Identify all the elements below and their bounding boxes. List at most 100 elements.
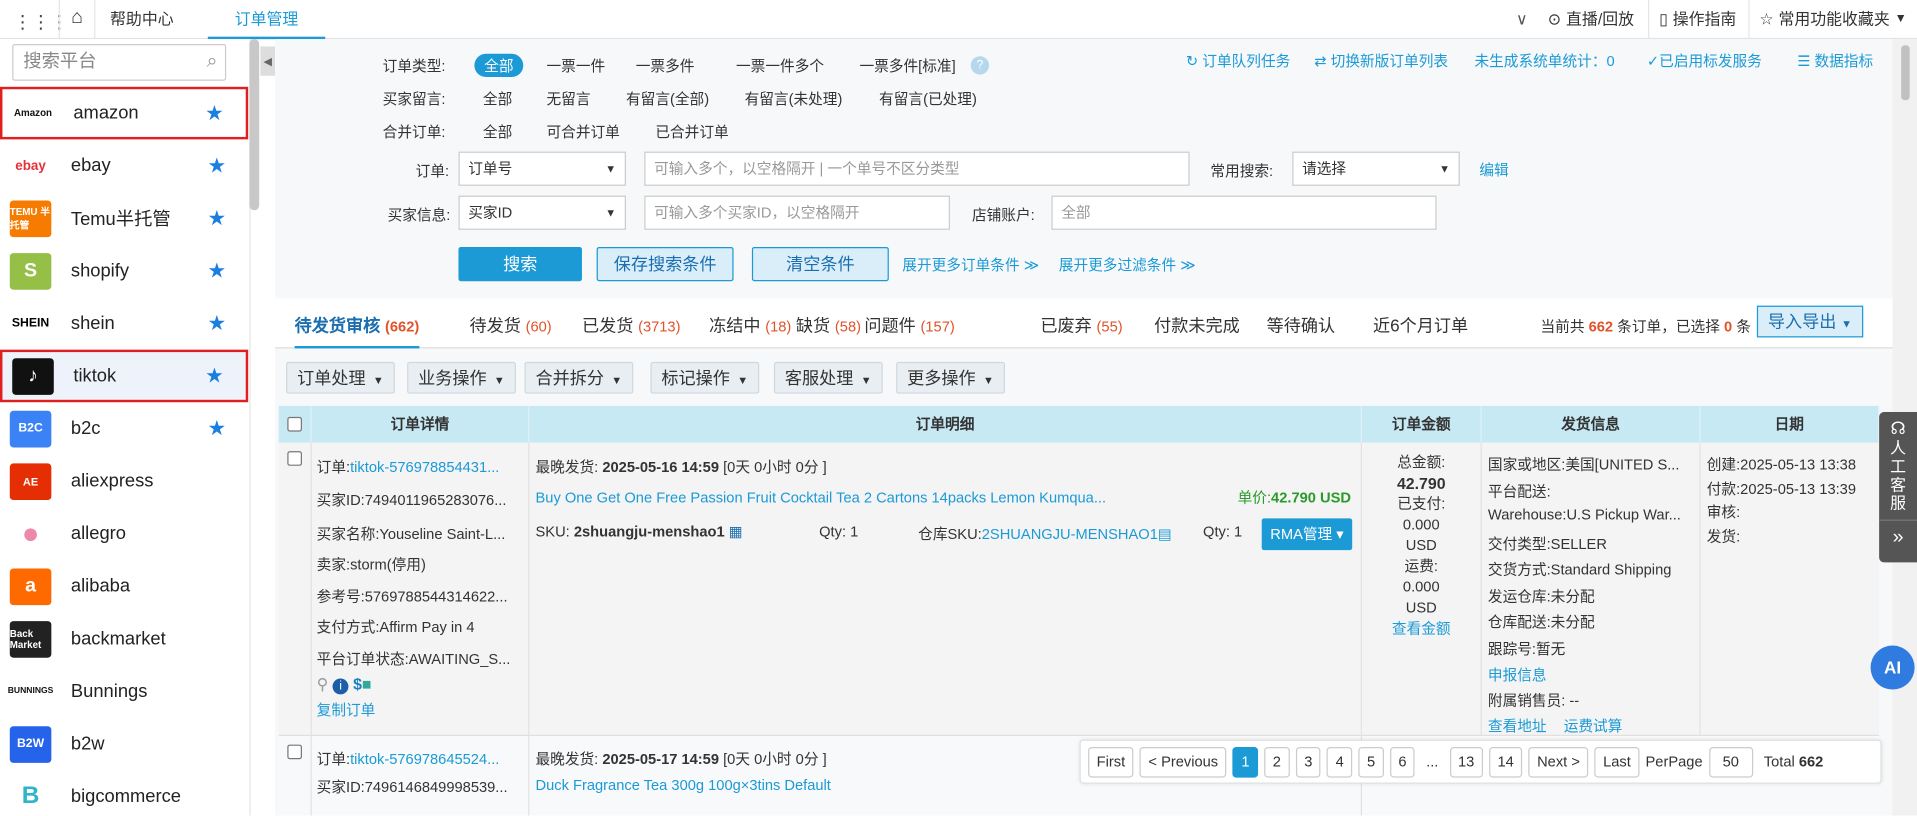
- page-button[interactable]: 3: [1295, 746, 1321, 777]
- basket-icon[interactable]: ■: [362, 675, 372, 693]
- sidebar-item-b2w[interactable]: B2W b2w: [0, 718, 248, 771]
- next-page-button[interactable]: Next >: [1528, 746, 1589, 777]
- sidebar-item-shein[interactable]: SHEIN shein ★: [0, 297, 248, 350]
- warehouse-sku-link[interactable]: 2SHUANGJU-MENSHAO1: [982, 526, 1158, 543]
- save-search-button[interactable]: 保存搜索条件: [596, 246, 734, 282]
- action-dropdown[interactable]: 合并拆分 ▼: [524, 361, 634, 394]
- customer-service-widget[interactable]: ☊ 人工客服 »: [1879, 412, 1917, 563]
- order-type-multi-item[interactable]: 一票多件: [636, 55, 695, 76]
- help-icon[interactable]: ?: [970, 56, 990, 75]
- sidebar-item-tiktok[interactable]: ♪ tiktok ★: [0, 349, 249, 403]
- chevron-down-icon[interactable]: ∨: [1516, 10, 1528, 30]
- sidebar-item-bigcommerce[interactable]: Bbigcommerce: [0, 770, 248, 815]
- edit-link[interactable]: 编辑: [1479, 159, 1508, 180]
- action-dropdown[interactable]: 更多操作 ▼: [896, 361, 1005, 394]
- switch-list-link[interactable]: ⇄ 切换新版订单列表: [1314, 50, 1448, 71]
- unsync-stats-link[interactable]: 未生成系统单统计：0: [1474, 50, 1614, 71]
- declare-info-link[interactable]: 申报信息: [1488, 664, 1547, 685]
- store-account-select[interactable]: 全部: [1051, 195, 1437, 230]
- star-icon[interactable]: ★: [208, 259, 227, 283]
- order-field-select[interactable]: 订单号 ▼: [458, 151, 626, 186]
- sidebar-scrollbar[interactable]: [249, 39, 260, 211]
- buyer-msg-none[interactable]: 无留言: [547, 88, 591, 109]
- order-id-link[interactable]: tiktok-576978854431...: [350, 458, 499, 475]
- expand-filter-conditions-link[interactable]: 展开更多过滤条件 ≫: [1059, 254, 1196, 275]
- ai-assistant-button[interactable]: AI: [1870, 645, 1915, 690]
- select-all-checkbox[interactable]: [287, 416, 302, 432]
- clear-conditions-button[interactable]: 清空条件: [751, 246, 889, 282]
- merge-mergeable[interactable]: 可合并订单: [547, 121, 620, 142]
- common-search-select[interactable]: 请选择 ▼: [1292, 151, 1460, 186]
- tab-order-status[interactable]: 已发货 (3713): [582, 298, 681, 348]
- view-amount-link[interactable]: 查看金额: [1362, 619, 1481, 640]
- buyer-msg-unhandled[interactable]: 有留言(未处理): [745, 88, 843, 109]
- metrics-link[interactable]: ☰ 数据指标: [1797, 50, 1873, 71]
- tab-order-status[interactable]: 已废弃 (55): [1040, 298, 1122, 348]
- buyer-msg-all[interactable]: 全部: [483, 88, 512, 109]
- tab-order-status[interactable]: 等待确认: [1267, 298, 1335, 348]
- sidebar-item-amazon[interactable]: Amazon amazon ★: [0, 86, 249, 140]
- sidebar-item-b2c[interactable]: B2C b2c ★: [0, 402, 248, 455]
- tab-order-status[interactable]: 待发货 (60): [469, 298, 551, 348]
- star-icon[interactable]: ★: [208, 416, 227, 440]
- guide-button[interactable]: ▯ 操作指南: [1648, 0, 1746, 40]
- sidebar-item-bunnings[interactable]: BUNNINGS Bunnings: [0, 665, 248, 718]
- action-dropdown[interactable]: 标记操作 ▼: [650, 361, 760, 394]
- action-dropdown[interactable]: 客服处理 ▼: [773, 361, 883, 394]
- expand-icon[interactable]: »: [1879, 519, 1917, 549]
- page-button[interactable]: 13: [1449, 746, 1483, 777]
- tab-order-status[interactable]: 近6个月订单: [1373, 298, 1468, 348]
- platform-search-input[interactable]: 搜索平台 ⌕: [12, 44, 227, 81]
- scrollbar-thumb[interactable]: [1900, 45, 1910, 101]
- buyer-msg-any[interactable]: 有留言(全部): [626, 88, 709, 109]
- expand-order-conditions-link[interactable]: 展开更多订单条件 ≫: [902, 254, 1039, 275]
- row-checkbox[interactable]: [287, 744, 302, 760]
- live-replay-button[interactable]: ⊙ 直播/回放: [1538, 0, 1644, 39]
- import-export-button[interactable]: 导入导出 ▼: [1756, 305, 1864, 338]
- sku-grid-icon[interactable]: ▦: [729, 523, 743, 540]
- buyer-id-input[interactable]: 可输入多个买家ID，以空格隔开: [644, 195, 950, 230]
- page-button[interactable]: 4: [1327, 746, 1353, 777]
- page-button[interactable]: 6: [1389, 746, 1416, 777]
- sidebar-item-backmarket[interactable]: Back Market backmarket: [0, 613, 248, 666]
- order-type-single-multi[interactable]: 一票一件多个: [736, 55, 824, 76]
- tab-order-status[interactable]: 缺货 (58): [796, 298, 861, 348]
- tab-help-center[interactable]: 帮助中心: [88, 0, 196, 39]
- view-address-link[interactable]: 查看地址: [1488, 715, 1547, 736]
- collapse-sidebar-handle[interactable]: ◀: [260, 46, 276, 76]
- order-type-standard[interactable]: 一票多件[标准]: [859, 55, 955, 76]
- search-icon[interactable]: ⚲: [317, 675, 329, 693]
- freight-estimate-link[interactable]: 运费试算: [1564, 715, 1623, 736]
- sidebar-item-shopify[interactable]: Sshopify ★: [0, 245, 248, 298]
- rma-management-button[interactable]: RMA管理 ▾: [1261, 518, 1353, 551]
- previous-page-button[interactable]: < Previous: [1139, 746, 1227, 777]
- tab-order-status[interactable]: 付款未完成: [1154, 298, 1240, 348]
- search-icon[interactable]: ⌕: [207, 45, 218, 79]
- sidebar-item-aliexpress[interactable]: AE aliexpress: [0, 455, 248, 508]
- row-checkbox[interactable]: [287, 451, 302, 466]
- action-dropdown[interactable]: 业务操作 ▼: [407, 361, 516, 394]
- sidebar-item-alibaba[interactable]: a alibaba: [0, 560, 248, 613]
- merge-all[interactable]: 全部: [483, 121, 512, 142]
- service-link[interactable]: ✓已启用标发服务: [1647, 50, 1762, 71]
- tab-order-management[interactable]: 订单管理: [207, 0, 326, 40]
- merge-merged[interactable]: 已合并订单: [655, 121, 728, 142]
- order-type-single[interactable]: 一票一件: [547, 55, 606, 76]
- favorites-button[interactable]: ☆ 常用功能收藏夹 ▼: [1748, 0, 1916, 40]
- product-title-link[interactable]: Duck Fragrance Tea 300g 100g×3tins Defau…: [535, 776, 830, 793]
- sidebar-item-ebay[interactable]: ebay ebay ★: [0, 139, 248, 192]
- page-button[interactable]: 5: [1358, 746, 1384, 777]
- star-icon[interactable]: ★: [208, 311, 227, 335]
- star-icon[interactable]: ★: [205, 364, 224, 388]
- star-icon[interactable]: ★: [208, 153, 227, 177]
- buyer-field-select[interactable]: 买家ID ▼: [458, 195, 626, 230]
- last-page-button[interactable]: Last: [1594, 746, 1640, 777]
- order-id-link[interactable]: tiktok-576978645524...: [350, 751, 499, 768]
- product-title-link[interactable]: Buy One Get One Free Passion Fruit Cockt…: [535, 489, 1106, 506]
- tab-order-status[interactable]: 冻结中 (18): [709, 298, 791, 348]
- tab-order-status[interactable]: 问题件 (157): [864, 298, 954, 348]
- info-icon[interactable]: i: [332, 678, 349, 695]
- order-queue-link[interactable]: ↻ 订单队列任务: [1186, 50, 1290, 71]
- star-icon[interactable]: ★: [208, 206, 227, 230]
- sidebar-item-temu[interactable]: TEMU 半托管 Temu半托管 ★: [0, 192, 248, 245]
